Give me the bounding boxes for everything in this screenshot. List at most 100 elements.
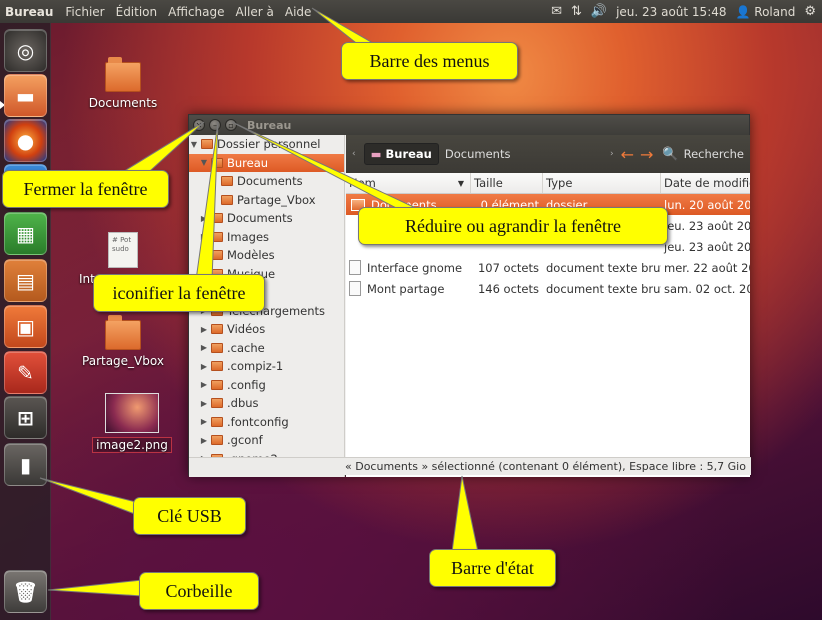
- status-bar: « Documents » sélectionné (contenant 0 é…: [189, 457, 751, 475]
- top-panel: Bureau Fichier Édition Affichage Aller à…: [0, 0, 822, 23]
- user-menu[interactable]: 👤 Roland: [736, 5, 796, 19]
- sidebar-tree-item[interactable]: ▶ Images: [189, 228, 344, 247]
- expanded-arrow-icon[interactable]: ▼: [199, 158, 209, 167]
- callout-resize-window: Réduire ou agrandir la fenêtre: [358, 207, 668, 245]
- column-type[interactable]: Type: [543, 173, 661, 193]
- column-name[interactable]: Nom ▼: [346, 173, 471, 193]
- collapsed-arrow-icon[interactable]: ▶: [199, 417, 209, 426]
- folder-icon: [201, 139, 213, 150]
- search-label[interactable]: Recherche: [684, 147, 744, 161]
- desktop-icon-documents[interactable]: Documents: [75, 57, 171, 110]
- sidebar-tree-item[interactable]: ▶ Documents: [189, 209, 344, 228]
- column-date[interactable]: Date de modification: [661, 173, 750, 193]
- launcher: ◎ ▬ ● ≡ ▦ ▤ ▣ ✎ ⊞ ▮ 🗑: [0, 23, 51, 620]
- window-titlebar[interactable]: ✕ – ▫ Bureau: [189, 115, 749, 135]
- minimize-icon[interactable]: –: [209, 119, 221, 131]
- file-row[interactable]: Mont partage 146 octets document texte bru…: [346, 278, 750, 299]
- sidebar-tree-item[interactable]: ▶ .cache: [189, 339, 344, 358]
- sidebar-tree-label: Modèles: [227, 248, 275, 263]
- sidebar-tree-item[interactable]: ▶ .config: [189, 376, 344, 395]
- mail-icon[interactable]: ✉: [551, 4, 562, 19]
- sidebar-tree-item[interactable]: ▶ .dbus: [189, 394, 344, 413]
- text-document-icon: [349, 260, 361, 275]
- breadcrumb-documents[interactable]: Documents: [439, 144, 517, 164]
- forward-history-icon[interactable]: ›: [610, 149, 614, 159]
- folder-icon: [211, 416, 223, 427]
- folder-icon: [221, 194, 233, 205]
- file-date: jeu. 23 août 2012: [664, 239, 750, 254]
- menu-aide[interactable]: Aide: [285, 5, 312, 19]
- libreoffice-calc-icon[interactable]: ▦: [4, 212, 47, 255]
- software-center-icon[interactable]: ▣: [4, 305, 47, 348]
- collapsed-arrow-icon[interactable]: ▶: [199, 232, 209, 241]
- sidebar-tree-label: Partage_Vbox: [237, 192, 316, 207]
- file-name-cell: Mont partage: [346, 278, 471, 299]
- libreoffice-impress-icon[interactable]: ▤: [4, 259, 47, 302]
- sidebar-tree-label: Documents: [227, 211, 293, 226]
- file-date: sam. 02 oct. 2010: [664, 281, 750, 296]
- breadcrumb-label: Bureau: [385, 147, 432, 161]
- desktop-icon-partage[interactable]: Partage_Vbox: [75, 315, 171, 368]
- file-size: 146 octets: [477, 281, 539, 296]
- collapsed-arrow-icon[interactable]: ▶: [199, 362, 209, 371]
- usb-drive-icon[interactable]: ▮: [4, 443, 47, 486]
- sidebar-tree-label: Dossier personnel: [217, 137, 321, 152]
- collapsed-arrow-icon[interactable]: ▶: [199, 343, 209, 352]
- file-type: document texte brut: [546, 281, 661, 296]
- desktop-icon-image[interactable]: image2.png: [84, 393, 180, 453]
- menu-edition[interactable]: Édition: [116, 5, 158, 19]
- folder-icon: [211, 213, 223, 224]
- files-icon[interactable]: ▬: [4, 74, 47, 117]
- callout-minimize-window: iconifier la fenêtre: [93, 274, 265, 312]
- sidebar-tree-item[interactable]: Partage_Vbox: [189, 191, 344, 210]
- clock[interactable]: jeu. 23 août 15:48: [616, 5, 726, 19]
- collapsed-arrow-icon[interactable]: ▶: [199, 214, 209, 223]
- sidebar-tree-item[interactable]: ▼ Dossier personnel: [189, 135, 344, 154]
- file-row[interactable]: Interface gnome 107 octets document texte …: [346, 257, 750, 278]
- pointer-trash: [47, 579, 143, 597]
- menu-aller-a[interactable]: Aller à: [236, 5, 274, 19]
- collapsed-arrow-icon[interactable]: ▶: [199, 399, 209, 408]
- maximize-icon[interactable]: ▫: [225, 119, 237, 131]
- collapsed-arrow-icon[interactable]: ▶: [199, 436, 209, 445]
- firefox-icon[interactable]: ●: [4, 119, 47, 162]
- back-arrow-icon[interactable]: ←: [621, 145, 634, 164]
- collapsed-arrow-icon[interactable]: ▶: [199, 325, 209, 334]
- sidebar-tree-item[interactable]: ▶ Vidéos: [189, 320, 344, 339]
- sidebar-tree-item[interactable]: ▶ .compiz-1: [189, 357, 344, 376]
- file-size: 107 octets: [477, 260, 539, 275]
- close-icon[interactable]: ✕: [193, 119, 205, 131]
- collapsed-arrow-icon[interactable]: ▶: [199, 251, 209, 260]
- system-settings-icon[interactable]: ✎: [4, 351, 47, 394]
- collapsed-arrow-icon[interactable]: ▶: [199, 380, 209, 389]
- sidebar-tree-item[interactable]: Documents: [189, 172, 344, 191]
- sidebar-tree-item[interactable]: ▶ Modèles: [189, 246, 344, 265]
- sidebar-tree-label: .cache: [227, 340, 265, 355]
- back-history-icon[interactable]: ‹: [352, 149, 356, 159]
- sidebar-tree-item[interactable]: ▶ .gconf: [189, 431, 344, 450]
- workspace-switcher-icon[interactable]: ⊞: [4, 396, 47, 439]
- user-name: Roland: [754, 4, 796, 19]
- folder-icon: [211, 324, 223, 335]
- menu-fichier[interactable]: Fichier: [65, 5, 104, 19]
- sidebar-tree-item[interactable]: ▼ Bureau: [189, 153, 344, 172]
- column-size[interactable]: Taille: [471, 173, 543, 193]
- sidebar-tree-label: .config: [227, 377, 266, 392]
- network-icon[interactable]: ⇅: [571, 4, 582, 19]
- forward-arrow-icon[interactable]: →: [640, 145, 653, 164]
- file-manager-window: ✕ – ▫ Bureau ▼ Dossier personnel ▼ Bureau Do…: [188, 114, 751, 477]
- text-file-icon: # Pot sudo: [108, 232, 138, 268]
- trash-icon[interactable]: 🗑: [4, 570, 47, 613]
- expanded-arrow-icon[interactable]: ▼: [189, 140, 199, 149]
- file-name: Interface gnome: [367, 260, 463, 275]
- folder-icon: [211, 379, 223, 390]
- menu-affichage[interactable]: Affichage: [168, 5, 224, 19]
- session-gear-icon[interactable]: ⚙: [804, 4, 816, 19]
- folder-icon: [211, 157, 223, 168]
- volume-icon[interactable]: 🔊: [591, 4, 607, 19]
- sidebar-tree-item[interactable]: ▶ .fontconfig: [189, 413, 344, 432]
- ubuntu-logo-icon[interactable]: ◎: [4, 29, 47, 72]
- search-icon[interactable]: 🔍: [662, 147, 678, 162]
- breadcrumb-bureau[interactable]: ▬ Bureau: [363, 143, 439, 165]
- sort-down-icon: ▼: [457, 178, 464, 188]
